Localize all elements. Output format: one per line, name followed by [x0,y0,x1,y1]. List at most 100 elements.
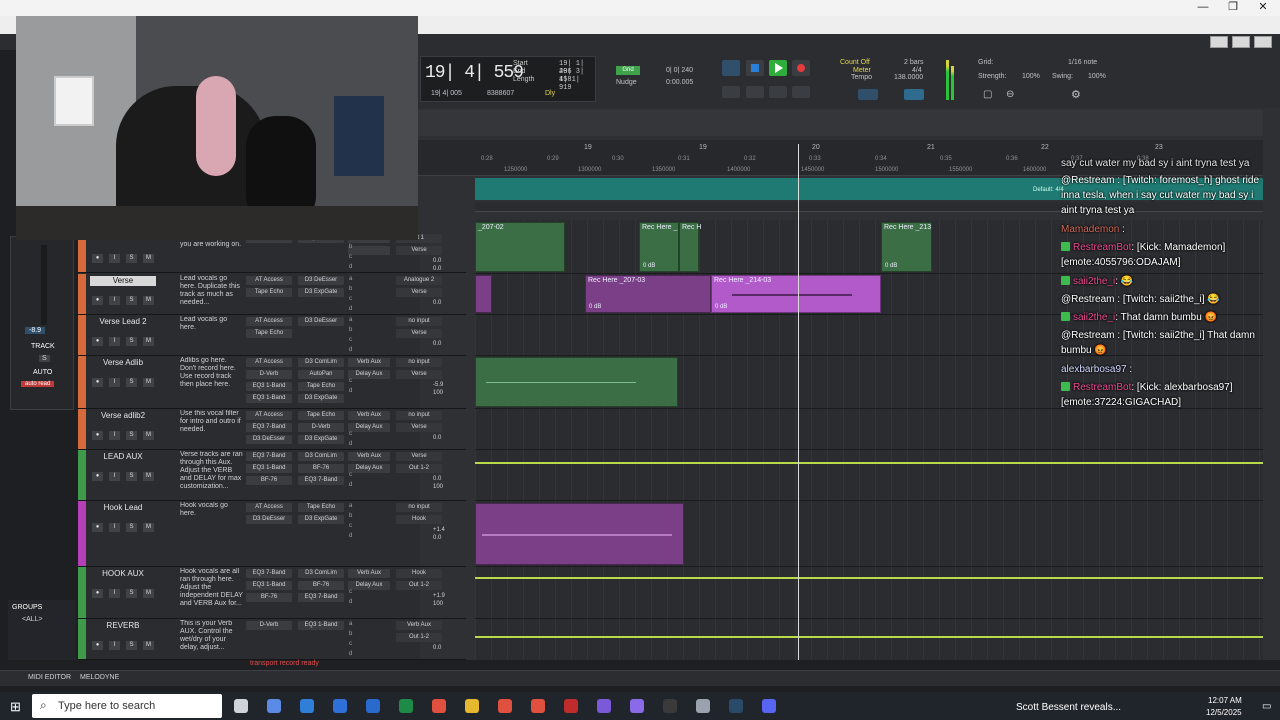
track-name[interactable]: REVERB [90,621,156,631]
send-slot[interactable]: Verb Aux [348,452,390,461]
edge-icon[interactable] [300,699,314,713]
send-slot[interactable]: Delay Aux [348,464,390,473]
output-selector[interactable]: Verse [396,370,442,379]
groups-all[interactable]: <ALL> [22,616,43,623]
output-selector[interactable]: Out 1-2 [396,464,442,473]
pro-tools-icon[interactable] [630,699,644,713]
online-button[interactable] [722,60,740,76]
input-monitor-button[interactable]: I [109,472,120,481]
acrobat-icon[interactable] [564,699,578,713]
tempo-value[interactable]: 138.0000 [894,74,923,81]
outlook-icon[interactable] [366,699,380,713]
input-selector[interactable]: no input [396,317,442,326]
track-name[interactable]: LEAD AUX [90,452,156,462]
input-selector[interactable]: Verse [396,452,442,461]
edit-restore-button[interactable] [1232,36,1250,48]
input-monitor-button[interactable]: I [109,337,120,346]
chrome-icon[interactable] [531,699,545,713]
record-enable-button[interactable]: ● [92,378,103,387]
track-comment[interactable]: Hook vocals are all ran through here. Ad… [180,568,244,618]
insert-slot[interactable]: D3 ComLim [298,569,344,578]
mute-button[interactable]: M [143,523,154,532]
input-monitor-button[interactable]: I [109,296,120,305]
record-enable-button[interactable]: ● [92,472,103,481]
insert-slot[interactable]: D3 ComLim [298,358,344,367]
mute-button[interactable]: M [143,472,154,481]
track-name[interactable]: Hook Lead [90,503,156,513]
discord-icon[interactable] [762,699,776,713]
clock-time[interactable]: 12:07 AM [1208,696,1242,705]
record-enable-button[interactable]: ● [92,589,103,598]
app-icon[interactable] [597,699,611,713]
melodyne-tab[interactable]: MELODYNE [80,674,119,681]
news-widget[interactable]: Scott Bessent reveals... [1016,702,1121,713]
grid2-value[interactable]: 1/16 note [1068,59,1097,66]
solo-button[interactable]: S [126,254,137,263]
close-button[interactable]: ✕ [1248,0,1278,16]
audio-clip[interactable]: Rec Here _207-03 0 dB [585,275,711,313]
track-header[interactable]: HOOK AUX ● I S M Hook vocals are all ran thro… [78,567,466,619]
mute-button[interactable]: M [143,641,154,650]
insert-slot[interactable]: D3 ExpGate [298,515,344,524]
chrome-icon[interactable] [432,699,446,713]
solo-button[interactable]: S [126,472,137,481]
track-comment[interactable]: Lead vocals go here. [180,316,244,355]
insert-slot[interactable]: BF-76 [298,581,344,590]
insert-slot[interactable]: D3 ExpGate [298,435,344,444]
settings-gear-icon[interactable]: ⚙ [1071,88,1081,101]
volume-readout[interactable]: 0.0 [433,435,441,441]
audio-clip[interactable]: _207-02 [475,222,565,272]
record-enable-button[interactable]: ● [92,296,103,305]
solo-button[interactable]: S [126,378,137,387]
track-name[interactable]: HOOK AUX [90,569,156,579]
zoom-icon[interactable]: ▢ [983,89,992,100]
minimize-button[interactable]: — [1188,0,1218,16]
edit-minimize-button[interactable] [1210,36,1228,48]
solo-button[interactable]: S [126,431,137,440]
pan-readout[interactable]: 100 [433,390,443,396]
record-enable-button[interactable]: ● [92,641,103,650]
main-counter[interactable]: 19| 4| 559 Start End Length 19| 1| 496 2… [420,56,596,102]
input-monitor-button[interactable]: I [109,254,120,263]
solo-button[interactable]: S [126,523,137,532]
excel-icon[interactable] [399,699,413,713]
input-selector[interactable]: Hook [396,569,442,578]
mute-button[interactable]: M [143,296,154,305]
track-comment[interactable]: Hook vocals go here. [180,502,244,566]
mute-button[interactable]: M [143,589,154,598]
insert-slot[interactable]: BF-76 [298,464,344,473]
nudge-value[interactable]: 0:00.005 [666,79,693,86]
insert-slot[interactable]: D3 ExpGate [298,394,344,403]
track-header[interactable]: LEAD AUX ● I S M Verse tracks are ran through… [78,450,466,501]
insert-slot[interactable]: EQ3 7-Band [246,423,292,432]
rewind-to-start-button[interactable] [722,86,740,98]
mute-button[interactable]: M [143,337,154,346]
grid-value[interactable]: 0| 0| 240 [666,67,693,74]
steam-icon[interactable] [729,699,743,713]
insert-slot[interactable]: EQ3 7-Band [298,593,344,602]
insert-slot[interactable]: Tape Echo [298,411,344,420]
copilot-icon[interactable] [267,699,281,713]
restore-button[interactable]: ❐ [1218,0,1248,16]
track-comment[interactable]: Lead vocals go here. Duplicate this trac… [180,275,244,314]
audio-clip[interactable]: Rec Here _ 0 dB [639,222,679,272]
insert-slot[interactable]: BF-76 [246,593,292,602]
insert-slot[interactable]: AT Access [246,503,292,512]
insert-slot[interactable]: Tape Echo [298,503,344,512]
insert-slot[interactable]: EQ3 1-Band [246,464,292,473]
rewind-button[interactable] [746,86,764,98]
file-explorer-icon[interactable] [465,699,479,713]
send-slot[interactable]: Delay Aux [348,581,390,590]
volume-readout[interactable]: -5.9 [433,382,443,388]
play-button[interactable] [769,60,787,76]
record-enable-button[interactable]: ● [92,431,103,440]
track-name[interactable]: Verse Lead 2 [90,317,156,327]
track-name[interactable]: Verse Adlib [90,358,156,368]
input-selector[interactable]: no input [396,358,442,367]
epic-games-icon[interactable] [663,699,677,713]
insert-slot[interactable]: Tape Echo [246,329,292,338]
input-selector[interactable]: Analogue 2 [396,276,442,285]
output-selector[interactable]: Verse [396,423,442,432]
reverb-volume-line[interactable] [475,636,1263,638]
solo-button[interactable]: S [126,641,137,650]
